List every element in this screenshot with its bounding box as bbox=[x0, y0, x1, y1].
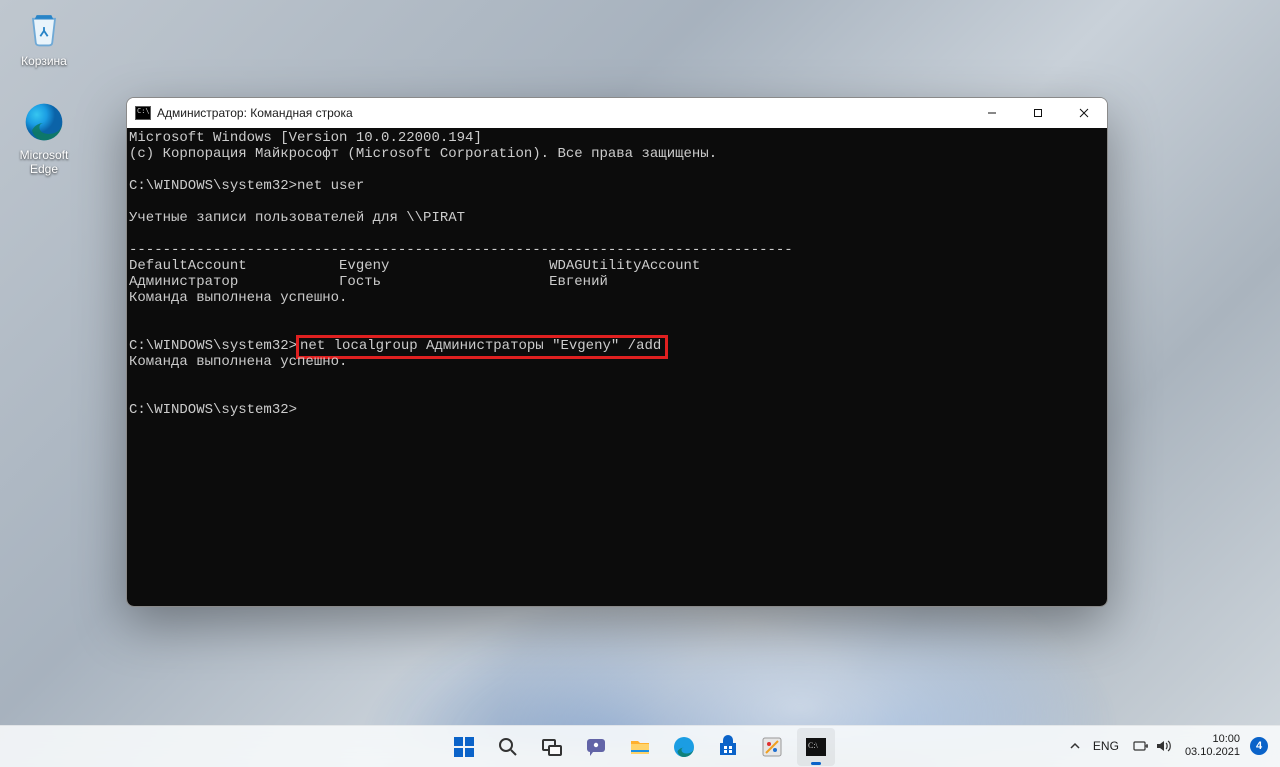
highlighted-command: net localgroup Администраторы "Evgeny" /… bbox=[296, 335, 668, 359]
clock-date: 03.10.2021 bbox=[1185, 746, 1240, 759]
file-explorer-button[interactable] bbox=[621, 728, 659, 766]
terminal-output[interactable]: Microsoft Windows [Version 10.0.22000.19… bbox=[127, 128, 1107, 606]
system-tray: ENG 10:00 03.10.2021 4 bbox=[1059, 725, 1276, 767]
close-button[interactable] bbox=[1061, 98, 1107, 128]
terminal-line: DefaultAccount Evgeny WDAGUtilityAccount bbox=[129, 258, 700, 274]
edge-button[interactable] bbox=[665, 728, 703, 766]
notification-badge[interactable]: 4 bbox=[1250, 737, 1268, 755]
cmd-taskbar-button[interactable]: C:\ bbox=[797, 728, 835, 766]
taskbar-center: C:\ bbox=[445, 728, 835, 766]
desktop-icon-microsoft-edge[interactable]: Microsoft Edge bbox=[5, 100, 83, 176]
terminal-line: ----------------------------------------… bbox=[129, 242, 793, 258]
chat-button[interactable] bbox=[577, 728, 615, 766]
start-button[interactable] bbox=[445, 728, 483, 766]
terminal-line: Команда выполнена успешно. bbox=[129, 290, 347, 306]
clock-time: 10:00 bbox=[1185, 733, 1240, 746]
minimize-button[interactable] bbox=[969, 98, 1015, 128]
terminal-prompt: C:\WINDOWS\system32> bbox=[129, 338, 297, 354]
edge-icon bbox=[22, 100, 66, 144]
terminal-line: Команда выполнена успешно. bbox=[129, 354, 347, 370]
titlebar[interactable]: Администратор: Командная строка bbox=[127, 98, 1107, 128]
task-view-button[interactable] bbox=[533, 728, 571, 766]
terminal-line: Администратор Гость Евгений bbox=[129, 274, 608, 290]
network-icon bbox=[1133, 738, 1149, 754]
window-controls bbox=[969, 98, 1107, 128]
tray-status-group[interactable] bbox=[1129, 736, 1175, 756]
language-indicator[interactable]: ENG bbox=[1093, 739, 1119, 753]
recycle-bin-icon bbox=[22, 6, 66, 50]
volume-icon bbox=[1155, 738, 1171, 754]
cmd-window: Администратор: Командная строка Microsof… bbox=[126, 97, 1108, 607]
svg-text:C:\: C:\ bbox=[808, 741, 819, 750]
terminal-prompt: C:\WINDOWS\system32> bbox=[129, 402, 297, 418]
terminal-line: Microsoft Windows [Version 10.0.22000.19… bbox=[129, 130, 482, 146]
notification-count: 4 bbox=[1256, 740, 1262, 752]
maximize-button[interactable] bbox=[1015, 98, 1061, 128]
terminal-line: (c) Корпорация Майкрософт (Microsoft Cor… bbox=[129, 146, 717, 162]
desktop: Корзина Microsoft Edge Администратор: Ко… bbox=[0, 0, 1280, 767]
desktop-icon-recycle-bin[interactable]: Корзина bbox=[5, 6, 83, 68]
cmd-icon bbox=[135, 106, 151, 120]
taskbar: C:\ ENG 10:00 03.10.2021 4 bbox=[0, 725, 1280, 767]
search-button[interactable] bbox=[489, 728, 527, 766]
terminal-line: C:\WINDOWS\system32>net user bbox=[129, 178, 364, 194]
clock[interactable]: 10:00 03.10.2021 bbox=[1185, 733, 1240, 759]
terminal-line: Учетные записи пользователей для \\PIRAT bbox=[129, 210, 465, 226]
desktop-icon-label: Корзина bbox=[21, 54, 67, 68]
store-button[interactable] bbox=[709, 728, 747, 766]
window-title: Администратор: Командная строка bbox=[157, 106, 353, 120]
desktop-icon-label: Microsoft Edge bbox=[20, 148, 69, 176]
tray-overflow-button[interactable] bbox=[1067, 738, 1083, 754]
app-button[interactable] bbox=[753, 728, 791, 766]
